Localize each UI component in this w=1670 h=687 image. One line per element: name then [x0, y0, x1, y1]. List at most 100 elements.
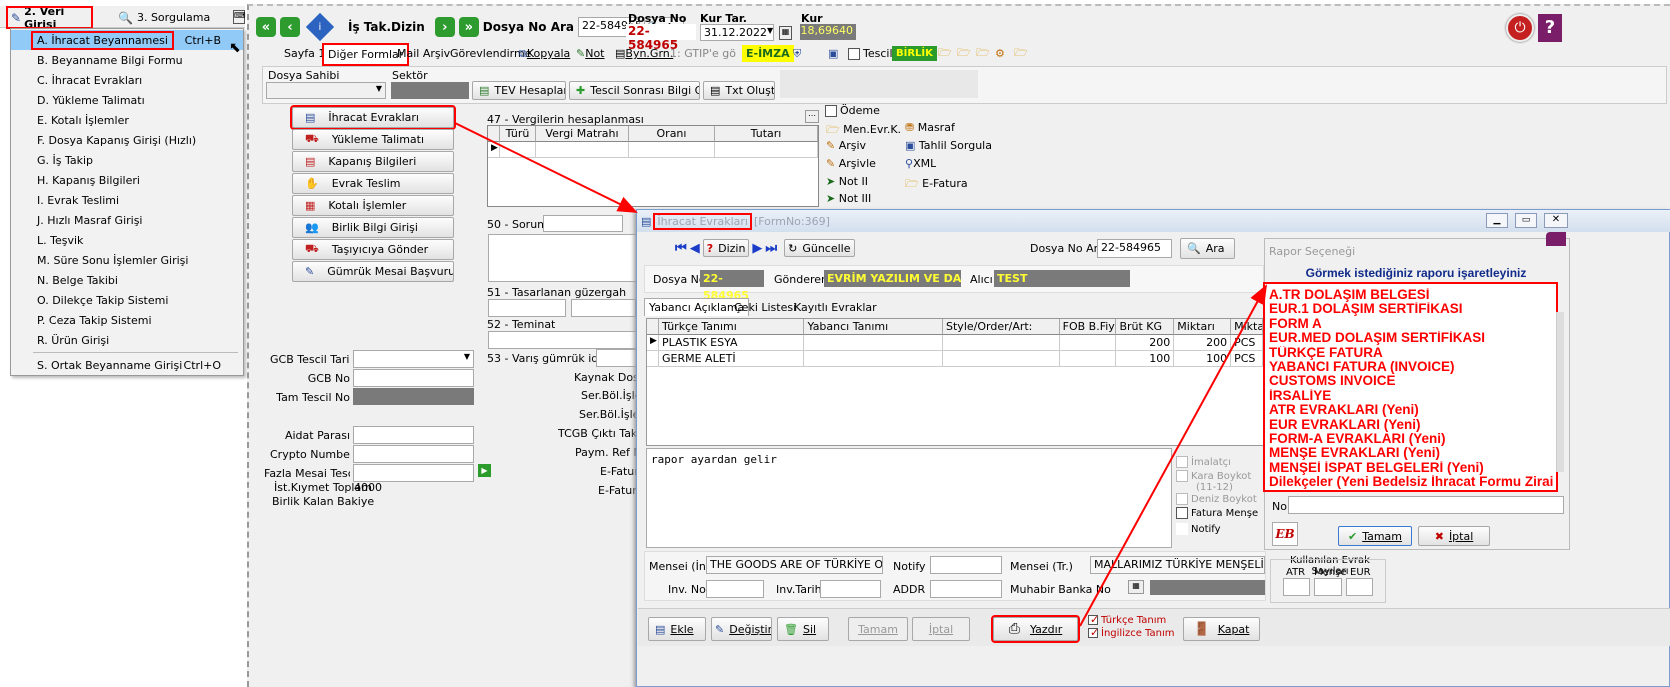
deniz-boykot-checkbox[interactable]: Deniz Boykot — [1176, 493, 1264, 505]
tasiyiciya-gonder-button[interactable]: ⛟ Taşıyıcıya Gönder — [292, 239, 454, 260]
minimize-button[interactable]: ▁ — [1486, 213, 1508, 228]
rapor-item[interactable]: TÜRKÇE FATURA — [1269, 346, 1556, 360]
last-icon[interactable]: ⏭ — [765, 241, 777, 256]
cell[interactable]: PCS — [1231, 351, 1263, 367]
iptal-button-disabled[interactable]: İptal — [912, 617, 970, 641]
folder-open-icon[interactable]: 🗁 — [1010, 44, 1032, 63]
menu-item-beyanname-bilgi[interactable]: B. Beyanname Bilgi Formu — [11, 50, 243, 70]
menu-item-evrak-teslimi[interactable]: I. Evrak Teslimi — [11, 190, 243, 210]
last-record-icon[interactable]: » — [458, 17, 479, 37]
notify-input[interactable] — [930, 556, 1002, 574]
evrak-ara-button[interactable]: 🔍 Ara — [1180, 238, 1235, 259]
cell[interactable]: PCS — [1231, 335, 1263, 351]
gcb-tescil-date[interactable]: ▼ — [353, 350, 474, 368]
menu-item-ortak-beyanname[interactable]: S. Ortak Beyanname Girişi Ctrl+O — [11, 355, 243, 375]
info-icon[interactable]: i — [305, 12, 335, 42]
mensei-ing-input[interactable]: THE GOODS ARE OF TÜRKİYE ORIGI — [706, 556, 883, 574]
cell[interactable] — [804, 351, 944, 367]
kopyala-button[interactable]: ⧉ Kopyala — [515, 44, 574, 63]
teminat-input[interactable] — [488, 331, 638, 349]
rapor-item[interactable]: EUR EVRAKLARI (Yeni) — [1269, 418, 1556, 432]
cell[interactable] — [943, 335, 1060, 351]
addr-input[interactable] — [930, 580, 1002, 598]
tab-mail-arsiv[interactable]: Mail Arşiv — [393, 44, 454, 63]
first-record-icon[interactable]: « — [256, 17, 276, 37]
xml-link[interactable]: ⚲XML — [905, 157, 936, 170]
turkce-tanim-checkbox[interactable]: Türkçe Tanım — [1088, 613, 1166, 626]
ihracat-evraklari-button[interactable]: ▤ İhracat Evrakları — [290, 105, 456, 130]
evrak-grid[interactable]: Türkçe Tanımı Yabancı Tanımı Style/Order… — [646, 318, 1264, 446]
maximize-button[interactable]: ▭ — [1515, 213, 1537, 228]
menu-item-belge-takibi[interactable]: N. Belge Takibi — [11, 270, 243, 290]
imalatci-checkbox[interactable]: İmalatçı — [1176, 456, 1264, 468]
cell[interactable] — [1059, 335, 1117, 351]
evrak-teslim-button[interactable]: ✋ Evrak Teslim — [292, 173, 454, 194]
sil-button[interactable]: 🗑 Sil — [777, 617, 829, 641]
varis-input[interactable] — [596, 349, 638, 367]
guzergah-input1[interactable] — [488, 299, 566, 317]
rapor-item[interactable]: İRSALİYE — [1269, 389, 1556, 403]
prev-icon[interactable]: ◀ — [690, 241, 700, 256]
menu-item-dosya-kapanis[interactable]: F. Dosya Kapanış Girişi (Hızlı) — [11, 130, 243, 150]
crypto-input[interactable] — [353, 445, 474, 463]
kapanis-bilgileri-button[interactable]: ▤ Kapanış Bilgileri — [292, 151, 454, 172]
men-evr-link[interactable]: 🗁 Men.Evr.K. — [826, 121, 901, 140]
tescil-checkbox[interactable]: Tescil — [844, 44, 897, 63]
inv-no-input[interactable] — [706, 580, 764, 598]
kapat-button[interactable]: 🚪 Kapat — [1183, 617, 1260, 641]
rapor-item[interactable]: EUR.1 DOLAŞIM SERTİFİKASI — [1269, 302, 1556, 316]
table-row[interactable]: ▶ PLASTIK ESYA 200 200 PCS — [647, 335, 1263, 351]
fazla-mesai-input[interactable] — [353, 464, 474, 482]
rapor-item[interactable]: YABANCI FATURA (INVOICE) — [1269, 360, 1556, 374]
tab-sayfa1[interactable]: Sayfa 1 — [280, 44, 329, 63]
cell[interactable] — [629, 142, 715, 158]
rapor-item[interactable]: EUR.MED DOLAŞIM SERTİFİKASI — [1269, 331, 1556, 345]
menu-item-kapanis-bilgileri[interactable]: H. Kapanış Bilgileri — [11, 170, 243, 190]
menu-sorgulama[interactable]: 🔍 3. Sorgulama — [118, 8, 218, 27]
menu-item-ceza[interactable]: P. Ceza Takip Sistemi — [11, 310, 243, 330]
gcb-no-input[interactable] — [353, 369, 474, 387]
sign-icon[interactable]: EB — [1272, 522, 1298, 546]
fatura-mense-checkbox[interactable]: Fatura Menşe — [1176, 507, 1264, 519]
cell[interactable] — [943, 351, 1060, 367]
menu-item-dilekce[interactable]: O. Dilekçe Takip Sistemi — [11, 290, 243, 310]
arsiv-link[interactable]: ✎ Arşiv — [826, 139, 866, 152]
not2-link[interactable]: ➤ Not II — [826, 175, 868, 188]
birlik-bilgi-button[interactable]: 👥 Birlik Bilgi Girişi — [292, 217, 454, 238]
guzergah-input2[interactable] — [571, 299, 636, 317]
menu-item-yukleme[interactable]: D. Yükleme Talimatı — [11, 90, 243, 110]
rapor-item[interactable]: MENŞE EVRAKLARI (Yeni) — [1269, 446, 1556, 460]
muhabir-lookup-icon[interactable]: ▦ — [1128, 580, 1144, 594]
e-imza-button[interactable]: E-İMZA — [742, 45, 794, 62]
cell[interactable] — [1059, 351, 1117, 367]
muhabir-input[interactable] — [1150, 580, 1265, 595]
shield-icon[interactable]: ⛨ — [789, 44, 805, 63]
ingilizce-tanim-checkbox[interactable]: İngilizce Tanım — [1088, 626, 1175, 639]
rapor-item[interactable]: A.TR DOLAŞIM BELGESİ — [1269, 288, 1556, 302]
not-button[interactable]: ✎ Not — [572, 44, 609, 63]
cell[interactable] — [715, 142, 818, 158]
note-textarea[interactable]: rapor ayardan gelir — [646, 448, 1172, 548]
cell[interactable]: GERME ALETİ — [658, 351, 805, 367]
prev-record-icon[interactable]: ‹ — [280, 17, 300, 37]
ekle-button[interactable]: ▤ Ekle — [648, 617, 706, 641]
inv-tarihi-input[interactable] — [820, 580, 881, 598]
menu-item-urun[interactable]: R. Ürün Girişi — [11, 330, 243, 350]
txt-olustur-button[interactable]: ▤ Txt Oluştur — [703, 81, 775, 100]
tam-tescil-input[interactable] — [353, 388, 474, 405]
dizin-button[interactable]: ? Dizin — [702, 239, 750, 257]
rapor-list[interactable]: A.TR DOLAŞIM BELGESİ EUR.1 DOLAŞIM SERTİ… — [1263, 282, 1558, 492]
help-icon[interactable]: ? — [1538, 14, 1562, 42]
rapor-item[interactable]: CUSTOMS INVOICE — [1269, 374, 1556, 388]
menu-item-is-takip[interactable]: G. İş Takip — [11, 150, 243, 170]
dosya-sahibi-select[interactable]: ▼ — [266, 82, 386, 99]
tab-gorevlendirme[interactable]: Görevlendirme — [446, 44, 531, 63]
odeme-checkbox[interactable]: Ödeme — [825, 104, 880, 117]
evrak-dosya-no-ara-input[interactable]: 22-584965 — [1097, 239, 1172, 258]
cell[interactable]: 100 — [1116, 351, 1175, 367]
not3-link[interactable]: ➤ Not III — [826, 192, 871, 205]
calculator-icon[interactable]: ▦ — [779, 26, 792, 40]
rapor-iptal-button[interactable]: ✖ İptal — [1418, 526, 1490, 546]
atr-count-input[interactable] — [1283, 578, 1310, 596]
table-row[interactable]: GERME ALETİ 100 100 PCS — [647, 351, 1263, 367]
